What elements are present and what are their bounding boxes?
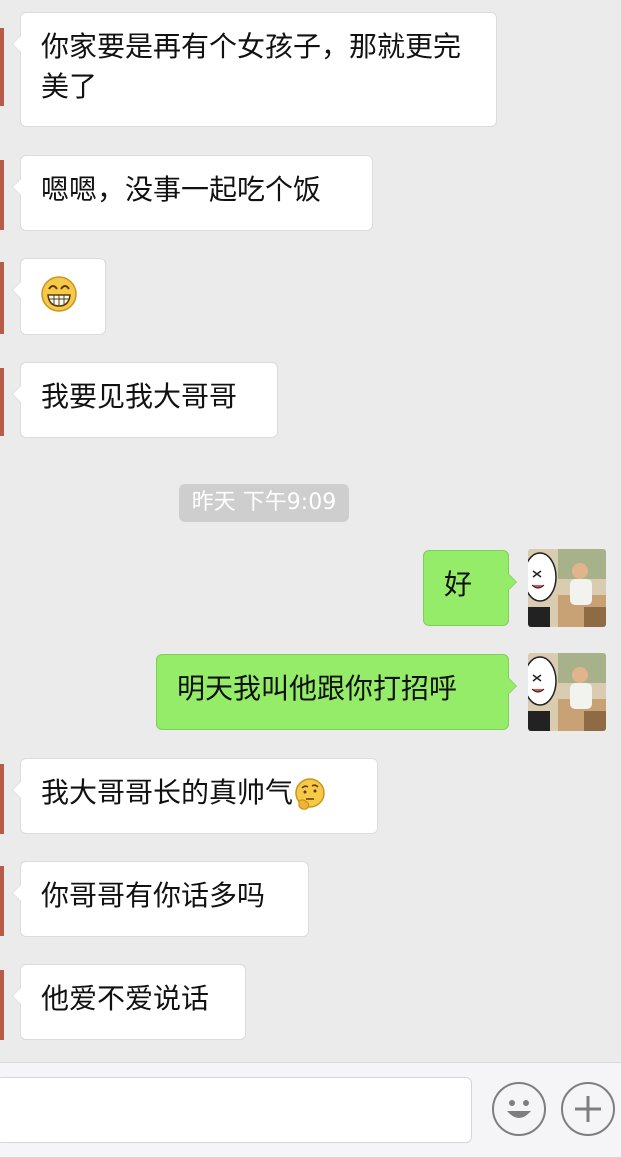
message-text: 他爱不爱说话 [41,982,210,1015]
contact-avatar[interactable] [0,866,4,936]
more-button[interactable] [561,1082,615,1136]
thinking-face-emoji [295,778,325,810]
contact-avatar[interactable] [0,160,4,230]
chat-area[interactable]: 你家要是再有个女孩子，那就更完美了 嗯嗯，没事一起吃个饭 我要见我大哥哥 昨天 … [0,0,621,1062]
contact-avatar[interactable] [0,28,4,106]
contact-avatar[interactable] [0,368,4,436]
message-bubble-incoming[interactable]: 我大哥哥长的真帅气 [12,758,378,834]
smiley-face-icon [507,1100,531,1118]
message-text: 你哥哥有你话多吗 [41,879,266,912]
message-text: 我要见我大哥哥 [41,380,238,413]
user-avatar[interactable] [528,549,606,627]
message-bubble-outgoing[interactable]: 好 [423,550,517,626]
message-bubble-incoming[interactable]: 你家要是再有个女孩子，那就更完美了 [12,12,497,127]
message-input[interactable] [0,1077,472,1143]
message-text: 明天我叫他跟你打招呼 [177,672,458,705]
user-avatar-image [528,653,606,731]
message-bubble-incoming[interactable] [12,258,106,335]
message-bubble-outgoing[interactable]: 明天我叫他跟你打招呼 [156,654,517,730]
user-avatar[interactable] [528,653,606,731]
contact-avatar[interactable] [0,970,4,1040]
grinning-face-emoji [41,276,77,312]
message-bubble-incoming[interactable]: 你哥哥有你话多吗 [12,861,309,937]
message-text: 你家要是再有个女孩子，那就更完美了 [41,30,462,103]
message-text: 嗯嗯，没事一起吃个饭 [41,173,322,206]
chat-input-bar [0,1062,621,1157]
plus-icon [575,1096,601,1122]
message-bubble-incoming[interactable]: 嗯嗯，没事一起吃个饭 [12,155,373,231]
message-bubble-incoming[interactable]: 我要见我大哥哥 [12,362,278,438]
emoji-button[interactable] [492,1082,546,1136]
contact-avatar[interactable] [0,262,4,334]
message-text: 好 [444,568,473,601]
timestamp-label: 昨天 下午9:09 [179,484,349,522]
contact-avatar[interactable] [0,764,4,834]
user-avatar-image [528,549,606,627]
message-bubble-incoming[interactable]: 他爱不爱说话 [12,964,246,1040]
message-text: 我大哥哥长的真帅气 [41,776,294,809]
